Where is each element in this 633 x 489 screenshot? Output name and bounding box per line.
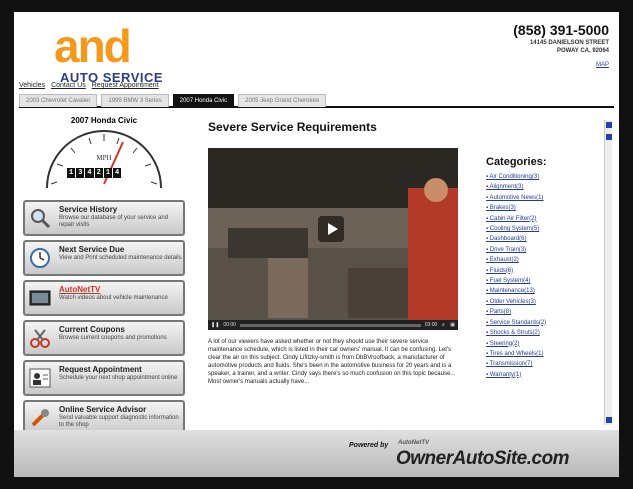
autonettv-button[interactable]: AutoNetTV Watch videos about vehicle mai… xyxy=(23,280,185,316)
scrollbar[interactable] xyxy=(604,120,612,425)
wrench-icon xyxy=(31,409,49,427)
autonettv-brand: AutoNetTV xyxy=(398,440,429,446)
category-link[interactable]: Brakes(3) xyxy=(486,203,606,213)
categories-title: Categories: xyxy=(486,156,547,168)
web-page: and AUTO SERVICE (858) 391-5000 14145 DA… xyxy=(14,12,619,477)
sidebar: 2007 Honda Civic MPH 1 3 4 2 1 4 Service… xyxy=(19,110,189,436)
scroll-up-icon[interactable] xyxy=(606,122,612,128)
scroll-thumb[interactable] xyxy=(606,134,612,140)
category-link[interactable]: Cabin Air Filter(2) xyxy=(486,214,606,224)
category-link[interactable]: Service Standards(2) xyxy=(486,318,606,328)
online-service-advisor-title: Online Service Advisor xyxy=(59,405,147,414)
odometer-digit: 2 xyxy=(94,168,103,178)
screenshot-frame: and AUTO SERVICE (858) 391-5000 14145 DA… xyxy=(0,0,633,489)
next-service-due-title: Next Service Due xyxy=(59,245,125,254)
category-link[interactable]: Automotive News(1) xyxy=(486,193,606,203)
service-history-title: Service History xyxy=(59,205,118,214)
autonettv-title: AutoNetTV xyxy=(59,285,101,294)
odometer-digit: 4 xyxy=(113,168,122,178)
tab-vehicle-4[interactable]: 2005 Jeep Grand Cherokee xyxy=(238,94,327,107)
service-history-button[interactable]: Service History Browse our database of y… xyxy=(23,200,185,236)
odometer: 1 3 4 2 1 4 xyxy=(67,168,122,178)
tab-vehicle-2[interactable]: 1999 BMW 3 Series xyxy=(101,94,169,107)
categories-panel: Categories: Air Conditioning(3)Alignment… xyxy=(486,156,606,380)
category-link[interactable]: Air Conditioning(3) xyxy=(486,172,606,182)
category-link[interactable]: Fluids(6) xyxy=(486,266,606,276)
logo-wordmark: and xyxy=(54,20,132,72)
video-controls: ❚❚ 00:00 03:00 ♬ ▣ xyxy=(208,320,458,330)
odometer-digit: 3 xyxy=(76,168,85,178)
current-coupons-desc: Browse current coupons and promotions xyxy=(59,335,167,341)
nav-request-appointment[interactable]: Request Appointment xyxy=(92,82,159,89)
site-logo[interactable]: and AUTO SERVICE xyxy=(54,20,204,86)
tab-vehicle-3[interactable]: 2007 Honda Civic xyxy=(172,94,235,107)
category-link[interactable]: Warranty(1) xyxy=(486,370,606,380)
map-link[interactable]: MAP xyxy=(513,62,609,68)
request-appointment-button[interactable]: Request Appointment Schedule your next s… xyxy=(23,360,185,396)
phone-number: (858) 391-5000 xyxy=(513,22,609,38)
category-link[interactable]: Transmission(7) xyxy=(486,359,606,369)
clock-icon xyxy=(30,248,50,268)
video-time-total: 03:00 xyxy=(424,322,438,328)
request-appointment-title: Request Appointment xyxy=(59,365,142,374)
person-icon xyxy=(29,368,51,388)
scroll-down-icon[interactable] xyxy=(606,417,612,423)
speedometer-gauge: MPH xyxy=(46,130,162,189)
category-link[interactable]: Alignment(3) xyxy=(486,182,606,192)
play-icon xyxy=(328,223,338,235)
scissors-icon xyxy=(30,329,50,348)
current-coupons-title: Current Coupons xyxy=(59,325,125,334)
page-title: Severe Service Requirements xyxy=(208,120,377,134)
magnifier-icon xyxy=(31,209,51,229)
pause-icon[interactable]: ❚❚ xyxy=(211,322,219,328)
video-time-current: 00:00 xyxy=(223,322,236,328)
category-link[interactable]: Fuel System(4) xyxy=(486,276,606,286)
request-appointment-desc: Schedule your next shop appointment onli… xyxy=(59,375,178,381)
current-coupons-button[interactable]: Current Coupons Browse current coupons a… xyxy=(23,320,185,356)
main-content: Severe Service Requirements ❚❚ 00:00 03:… xyxy=(204,110,614,430)
next-service-due-desc: View and Print scheduled maintenance det… xyxy=(59,255,182,261)
service-history-desc: Browse our database of your service and … xyxy=(59,215,169,228)
powered-by-label: Powered by xyxy=(349,442,389,449)
contact-block: (858) 391-5000 14145 DANIELSON STREET PO… xyxy=(513,22,609,68)
tv-icon xyxy=(29,290,51,306)
category-link[interactable]: Exhaust(2) xyxy=(486,255,606,265)
categories-list: Air Conditioning(3)Alignment(3)Automotiv… xyxy=(486,172,606,380)
play-button[interactable] xyxy=(318,216,344,242)
autonettv-desc: Watch videos about vehicle maintenance xyxy=(59,295,168,301)
video-progress-bar[interactable] xyxy=(239,323,421,327)
odometer-digit: 1 xyxy=(67,168,76,178)
top-navigation: Vehicles Contact Us Request Appointment xyxy=(19,82,159,89)
nav-contact-us[interactable]: Contact Us xyxy=(51,82,86,89)
category-link[interactable]: Parts(8) xyxy=(486,307,606,317)
owner-auto-site-logo[interactable]: OwnerAutoSite.com xyxy=(396,448,570,470)
address-line-2: POWAY CA, 92064 xyxy=(556,48,609,54)
fullscreen-icon[interactable]: ▣ xyxy=(450,322,455,328)
article-text: A lot of our viewers have asked whether … xyxy=(208,339,456,385)
category-link[interactable]: Cooling System(5) xyxy=(486,224,606,234)
odometer-digit: 4 xyxy=(85,168,94,178)
category-link[interactable]: Dashboard(6) xyxy=(486,234,606,244)
online-service-advisor-desc: Send valuable support diagnostic informa… xyxy=(59,415,179,428)
category-link[interactable]: Steering(2) xyxy=(486,339,606,349)
video-player[interactable]: ❚❚ 00:00 03:00 ♬ ▣ xyxy=(208,148,458,330)
gauge-label: MPH xyxy=(96,154,111,162)
category-link[interactable]: Older Vehicles(3) xyxy=(486,297,606,307)
nav-vehicles[interactable]: Vehicles xyxy=(19,82,45,89)
category-link[interactable]: Drive Train(3) xyxy=(486,245,606,255)
odometer-digit: 1 xyxy=(103,168,113,178)
volume-icon[interactable]: ♬ xyxy=(441,322,446,328)
address-line-1: 14145 DANIELSON STREET xyxy=(529,40,609,46)
vehicle-tabs: 2003 Chevrolet Cavalier 1999 BMW 3 Serie… xyxy=(19,94,614,108)
tab-vehicle-1[interactable]: 2003 Chevrolet Cavalier xyxy=(19,94,98,107)
category-link[interactable]: Tires and Wheels(1) xyxy=(486,349,606,359)
category-link[interactable]: Maintenance(13) xyxy=(486,286,606,296)
footer: Powered by AutoNetTV OwnerAutoSite.com xyxy=(14,430,619,477)
category-link[interactable]: Shocks & Struts(2) xyxy=(486,328,606,338)
next-service-due-button[interactable]: Next Service Due View and Print schedule… xyxy=(23,240,185,276)
